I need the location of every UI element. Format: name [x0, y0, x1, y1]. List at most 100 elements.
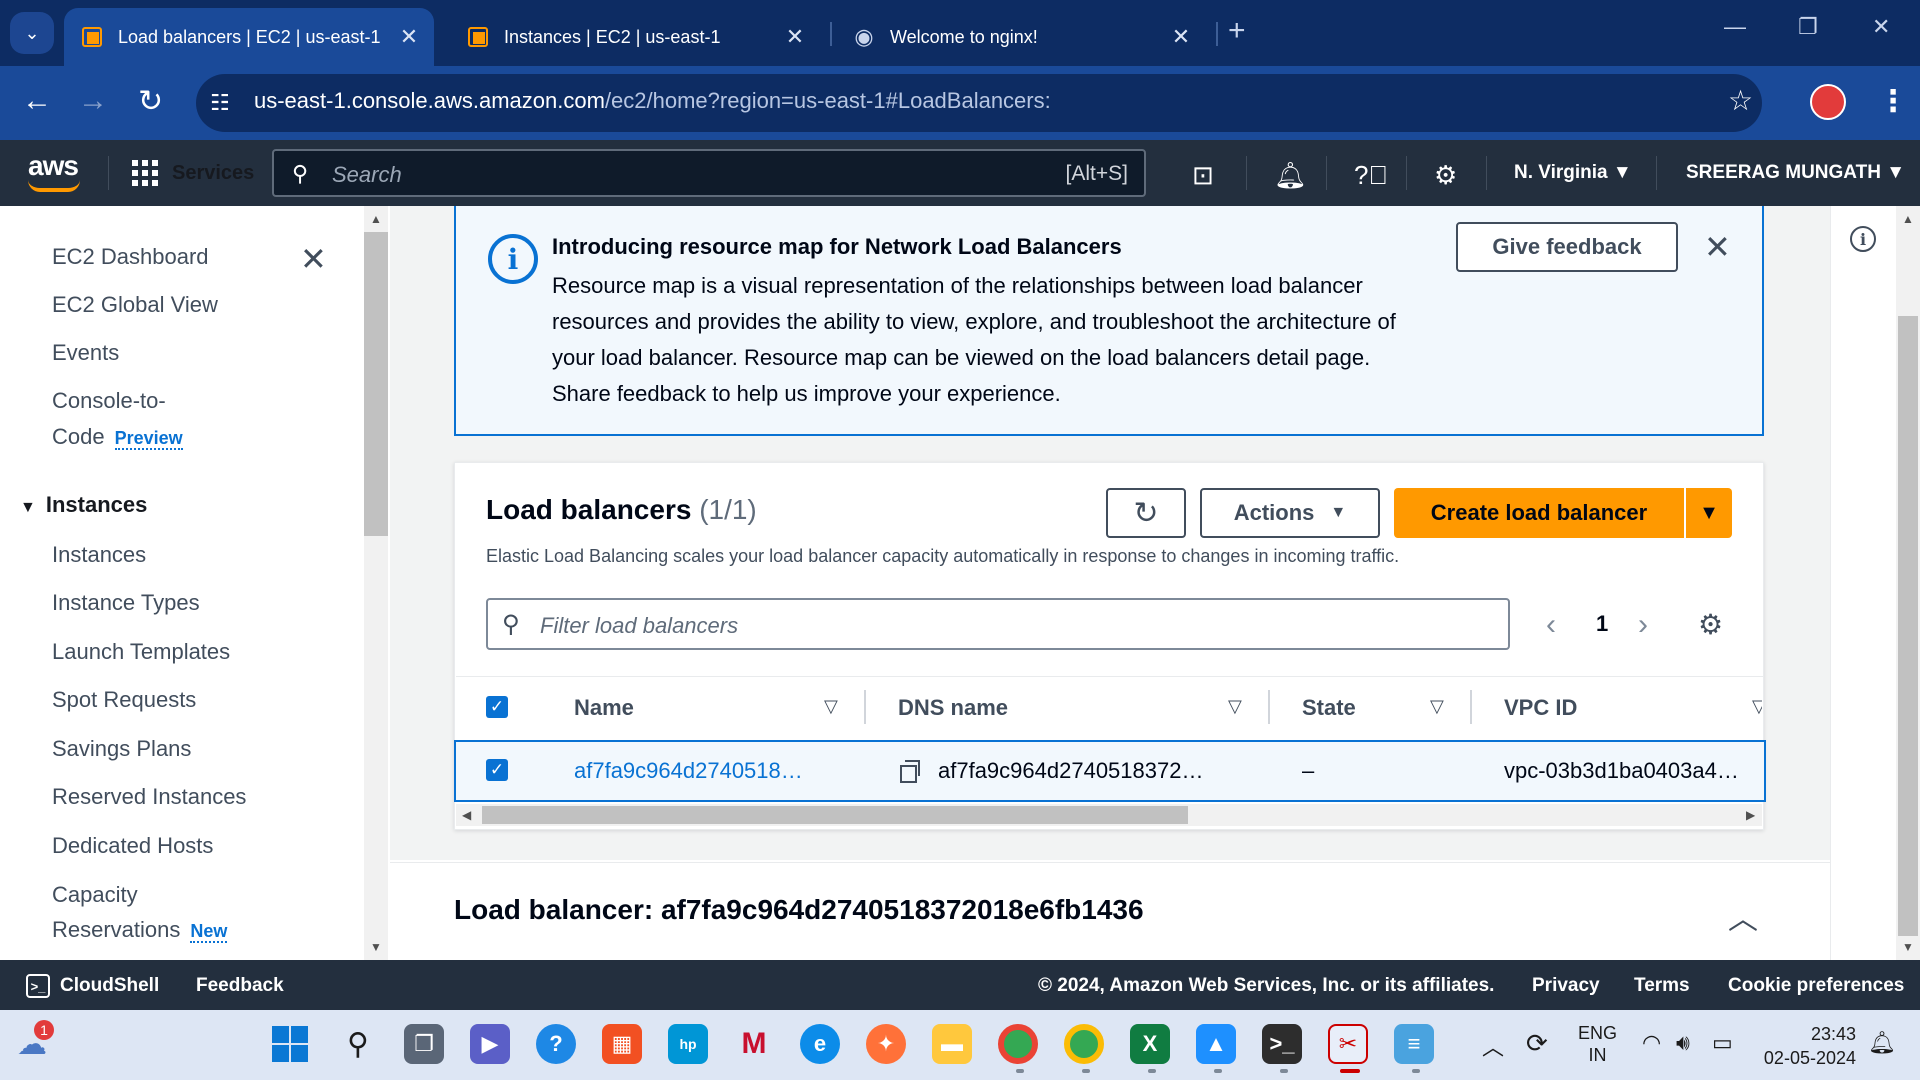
chrome-icon[interactable]: [998, 1024, 1038, 1064]
excel-icon[interactable]: X: [1130, 1024, 1170, 1064]
sidebar-section-instances[interactable]: ▼ Instances: [20, 492, 147, 518]
load-balancer-name-link[interactable]: af7fa9c964d2740518…: [574, 758, 803, 784]
scroll-right-icon[interactable]: ▶: [1746, 808, 1755, 822]
volume-icon[interactable]: 🔊︎: [1676, 1030, 1690, 1056]
give-feedback-button[interactable]: Give feedback: [1456, 222, 1678, 272]
cloudshell-icon[interactable]: ⊡: [1192, 160, 1214, 191]
column-header-vpc-id[interactable]: VPC ID: [1504, 695, 1577, 721]
myhp-icon[interactable]: hp: [668, 1024, 708, 1064]
sidebar-item-ec2-global-view[interactable]: EC2 Global View: [52, 292, 218, 318]
snipping-tool-icon[interactable]: ✂: [1328, 1024, 1368, 1064]
info-panel-icon[interactable]: i: [1850, 226, 1876, 252]
teams-chat-icon[interactable]: ▶: [470, 1024, 510, 1064]
create-options-dropdown[interactable]: ▼: [1686, 488, 1732, 538]
tab-search-button[interactable]: ⌄: [10, 12, 54, 54]
task-view-icon[interactable]: ❐: [404, 1024, 444, 1064]
settings-gear-icon[interactable]: ⚙: [1434, 160, 1457, 191]
aws-logo[interactable]: aws: [28, 150, 79, 182]
sort-filter-icon[interactable]: ▽: [824, 696, 838, 717]
filter-input[interactable]: ⚲ Filter load balancers: [486, 598, 1510, 650]
sidebar-item-instance-types[interactable]: Instance Types: [52, 590, 200, 616]
minimize-icon[interactable]: —: [1724, 14, 1746, 40]
search-icon[interactable]: ⚲: [338, 1024, 378, 1064]
tab-nginx[interactable]: ◉ Welcome to nginx! ✕: [836, 8, 1206, 66]
tab-close-icon[interactable]: ✕: [780, 24, 810, 50]
table-horizontal-scrollbar[interactable]: [456, 804, 1762, 826]
show-hidden-icons-chevron-icon[interactable]: ︿: [1482, 1030, 1504, 1062]
sidebar-item-capacity-reservations-line2[interactable]: Reservations New: [52, 917, 228, 943]
new-tab-plus-icon[interactable]: +: [1228, 14, 1246, 48]
account-menu[interactable]: SREERAG MUNGATH ▼: [1686, 162, 1905, 184]
site-settings-icon[interactable]: ☷: [210, 90, 236, 116]
scroll-down-icon[interactable]: ▼: [370, 940, 382, 954]
get-help-icon[interactable]: ?: [536, 1024, 576, 1064]
windows-start-icon[interactable]: [272, 1026, 308, 1062]
scroll-left-icon[interactable]: ◀: [462, 808, 471, 822]
restore-icon[interactable]: ❐: [1798, 14, 1818, 40]
back-arrow-icon[interactable]: ←: [22, 84, 52, 118]
forward-arrow-icon[interactable]: →: [78, 84, 108, 118]
column-header-state[interactable]: State: [1302, 695, 1356, 721]
column-resizer[interactable]: [864, 690, 866, 724]
table-preferences-gear-icon[interactable]: ⚙: [1698, 608, 1723, 641]
cloudshell-icon[interactable]: >_: [26, 974, 50, 998]
scroll-up-icon[interactable]: ▲: [1902, 212, 1914, 226]
cloudshell-link[interactable]: CloudShell: [60, 975, 159, 997]
terminal-icon[interactable]: >_: [1262, 1024, 1302, 1064]
column-header-name[interactable]: Name: [574, 695, 634, 721]
chevron-up-icon[interactable]: ︿: [1728, 894, 1758, 938]
sidebar-item-dedicated-hosts[interactable]: Dedicated Hosts: [52, 833, 213, 859]
sidebar-item-capacity-reservations[interactable]: Capacity: [52, 882, 138, 908]
refresh-button[interactable]: ↻: [1106, 488, 1186, 538]
column-resizer[interactable]: [1470, 690, 1472, 724]
region-selector[interactable]: N. Virginia ▼: [1514, 162, 1632, 184]
sidebar-item-spot-requests[interactable]: Spot Requests: [52, 687, 196, 713]
privacy-link[interactable]: Privacy: [1532, 975, 1600, 997]
sync-icon[interactable]: ⟳: [1526, 1028, 1548, 1059]
page-number[interactable]: 1: [1596, 611, 1608, 637]
close-sidenav-icon[interactable]: ✕: [300, 240, 327, 278]
battery-icon[interactable]: ▭: [1712, 1030, 1733, 1056]
sidebar-item-savings-plans[interactable]: Savings Plans: [52, 736, 191, 762]
scroll-up-icon[interactable]: ▲: [370, 212, 382, 226]
feedback-link[interactable]: Feedback: [196, 975, 284, 997]
dismiss-flash-icon[interactable]: ✕: [1704, 228, 1731, 266]
photos-icon[interactable]: ▲: [1196, 1024, 1236, 1064]
sort-filter-icon[interactable]: ▽: [1430, 696, 1444, 717]
scroll-down-icon[interactable]: ▼: [1902, 940, 1914, 954]
column-header-dns-name[interactable]: DNS name: [898, 695, 1008, 721]
sidebar-item-instances[interactable]: Instances: [52, 542, 146, 568]
notepad-icon[interactable]: ≡: [1394, 1024, 1434, 1064]
reload-icon[interactable]: ↻: [138, 84, 163, 119]
cookie-preferences-link[interactable]: Cookie preferences: [1728, 975, 1904, 997]
column-resizer[interactable]: [1268, 690, 1270, 724]
mcafee-icon[interactable]: M: [734, 1024, 774, 1064]
sidenav-scrollbar[interactable]: [364, 206, 388, 960]
file-explorer-icon[interactable]: ▬: [932, 1024, 972, 1064]
sort-filter-icon[interactable]: ▽: [1752, 696, 1762, 717]
terms-link[interactable]: Terms: [1634, 975, 1690, 997]
scrollbar-thumb[interactable]: [482, 806, 1188, 824]
actions-dropdown-button[interactable]: Actions ▼: [1200, 488, 1380, 538]
create-load-balancer-button[interactable]: Create load balancer: [1394, 488, 1684, 538]
scrollbar-thumb[interactable]: [1898, 316, 1918, 936]
browser-menu-icon[interactable]: ⋮: [1878, 84, 1908, 119]
bookmark-star-icon[interactable]: ☆: [1728, 84, 1753, 117]
tab-instances[interactable]: Instances | EC2 | us-east-1 ✕: [450, 8, 820, 66]
sidebar-item-launch-templates[interactable]: Launch Templates: [52, 639, 230, 665]
previous-page-icon[interactable]: ‹: [1546, 608, 1556, 642]
firefox-icon[interactable]: ✦: [866, 1024, 906, 1064]
language-indicator[interactable]: ENG IN: [1578, 1022, 1617, 1066]
tab-load-balancers[interactable]: Load balancers | EC2 | us-east-1 ✕: [64, 8, 434, 66]
help-icon[interactable]: ?⃝: [1354, 160, 1388, 191]
services-menu-button[interactable]: Services: [132, 160, 254, 186]
page-scrollbar[interactable]: [1896, 206, 1920, 960]
sidebar-item-console-to-code-line2[interactable]: Code Preview: [52, 424, 183, 450]
preview-badge[interactable]: Preview: [114, 428, 183, 450]
sidebar-item-ec2-dashboard[interactable]: EC2 Dashboard: [52, 244, 209, 270]
row-checkbox[interactable]: ✓: [486, 759, 508, 781]
edge-browser-icon[interactable]: e: [800, 1024, 840, 1064]
notification-bell-icon[interactable]: 🔔︎: [1868, 1030, 1896, 1056]
url-text[interactable]: us-east-1.console.aws.amazon.com/ec2/hom…: [254, 88, 1051, 114]
search-input[interactable]: ⚲ Search [Alt+S]: [272, 149, 1146, 197]
